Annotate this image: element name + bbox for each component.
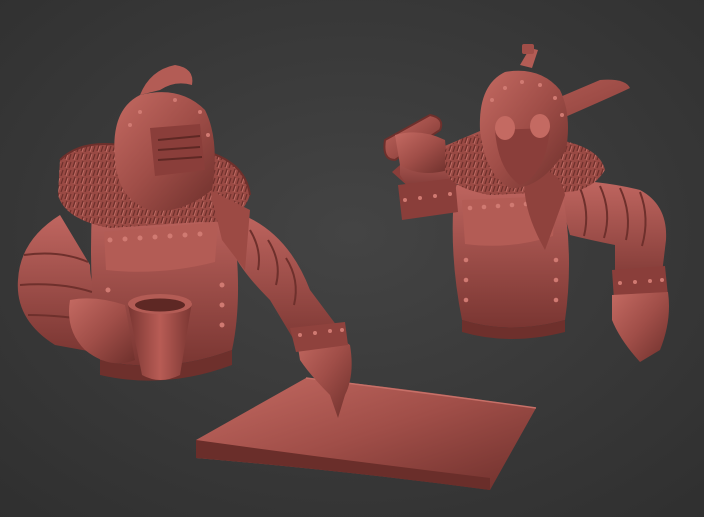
3d-viewport[interactable]	[0, 0, 704, 517]
sculpt-render	[0, 0, 704, 517]
